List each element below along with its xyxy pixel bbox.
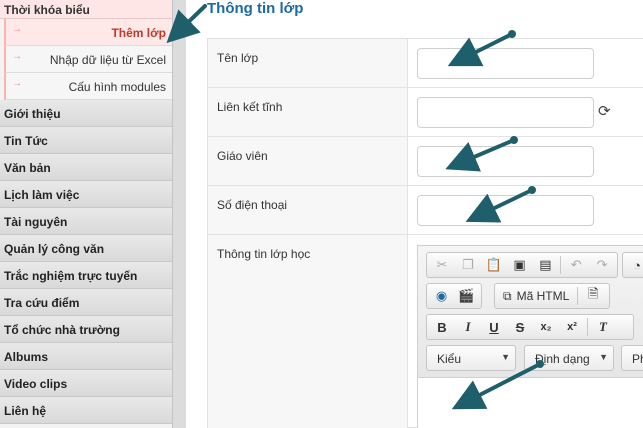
caret-down-icon: ▼ xyxy=(599,352,608,362)
editor-content-area[interactable] xyxy=(418,379,643,428)
underline-button[interactable]: U xyxy=(481,316,507,338)
sidebar-subitem-cau-hinh[interactable]: → Cấu hình modules xyxy=(4,73,172,100)
sidebar-item-albums[interactable]: Albums xyxy=(0,343,172,370)
font-combo-label: Ph xyxy=(632,352,643,366)
strike-button[interactable]: S xyxy=(507,316,533,338)
row-ten-lop: Tên lớp xyxy=(208,39,643,88)
media-group: ◉ 🎬 xyxy=(426,283,482,309)
cut-icon[interactable]: ✂ xyxy=(429,254,455,276)
style-combo-label: Kiểu xyxy=(437,352,462,366)
template-icon[interactable]: 🗎 xyxy=(580,285,606,307)
sidebar-item-trac-nghiem[interactable]: Trắc nghiệm trực tuyến xyxy=(0,262,172,289)
row-lien-ket-tinh: Liên kết tĩnh ⟳ xyxy=(208,88,643,137)
arrow-right-icon: → xyxy=(12,24,22,35)
font-combo[interactable]: Ph xyxy=(621,345,643,371)
sidebar-header[interactable]: Thời khóa biểu xyxy=(0,0,172,19)
sidebar-subitem-label: Cấu hình modules xyxy=(68,80,166,94)
sidebar: Thời khóa biểu → Thêm lớp → Nhập dữ liệu… xyxy=(0,0,172,428)
rich-text-editor: ✂ ❐ 📋 ▣ ▤ ↶ ↷ ◔ ◉ 🎬 ⧉ Mã HTML 🗎 B I U S … xyxy=(417,245,643,428)
format-combo-label: Định dạng xyxy=(535,352,590,366)
copy-icon[interactable]: ❐ xyxy=(455,254,481,276)
giao-vien-input[interactable] xyxy=(417,146,594,177)
bold-button[interactable]: B xyxy=(429,316,455,338)
undo-icon[interactable]: ↶ xyxy=(563,254,589,276)
image-icon[interactable]: ◉ xyxy=(429,285,454,307)
label-lien-ket-tinh: Liên kết tĩnh xyxy=(208,88,408,136)
flash-icon[interactable]: 🎬 xyxy=(454,285,479,307)
sidebar-subitem-label: Thêm lớp xyxy=(111,26,166,40)
sidebar-item-tai-nguyen[interactable]: Tài nguyên xyxy=(0,208,172,235)
separator xyxy=(577,287,579,305)
refresh-icon[interactable]: ⟳ xyxy=(598,102,611,120)
sidebar-item-gioi-thieu[interactable]: Giới thiệu xyxy=(0,100,172,127)
row-giao-vien: Giáo viên xyxy=(208,137,643,186)
sidebar-item-tin-tuc[interactable]: Tin Tức xyxy=(0,127,172,154)
paste-text-icon[interactable]: ▣ xyxy=(507,254,533,276)
style-combo[interactable]: Kiểu ▼ xyxy=(426,345,516,371)
format-combo[interactable]: Định dạng ▼ xyxy=(524,345,614,371)
remove-format-button[interactable]: T xyxy=(590,316,616,338)
paste-icon[interactable]: 📋 xyxy=(481,254,507,276)
label-so-dien-thoai: Số điện thoại xyxy=(208,186,408,234)
class-info-form: Tên lớp Liên kết tĩnh ⟳ Giáo viên Số điệ… xyxy=(207,38,643,428)
page-title: Thông tin lớp xyxy=(207,0,304,17)
sidebar-item-video-clips[interactable]: Video clips xyxy=(0,370,172,397)
sidebar-item-lien-he[interactable]: Liên hệ xyxy=(0,397,172,424)
superscript-button[interactable]: x² xyxy=(559,316,585,338)
label-giao-vien: Giáo viên xyxy=(208,137,408,185)
lien-ket-tinh-input[interactable] xyxy=(417,97,594,128)
sidebar-item-lich-lam-viec[interactable]: Lịch làm việc xyxy=(0,181,172,208)
separator xyxy=(560,256,562,274)
editor-toolbar: ✂ ❐ 📋 ▣ ▤ ↶ ↷ ◔ ◉ 🎬 ⧉ Mã HTML 🗎 B I U S … xyxy=(418,246,643,378)
redo-icon[interactable]: ↷ xyxy=(589,254,615,276)
subscript-button[interactable]: x₂ xyxy=(533,316,559,338)
caret-down-icon: ▼ xyxy=(501,352,510,362)
spacer xyxy=(186,0,206,428)
ten-lop-input[interactable] xyxy=(417,48,594,79)
separator xyxy=(587,318,588,336)
sidebar-item-to-chuc[interactable]: Tổ chức nhà trường xyxy=(0,316,172,343)
arrow-tail-dot xyxy=(508,30,516,38)
label-thong-tin-lop-hoc: Thông tin lớp học xyxy=(208,235,408,428)
format-group: B I U S x₂ x² T xyxy=(426,314,634,340)
clipboard-group: ✂ ❐ 📋 ▣ ▤ ↶ ↷ xyxy=(426,252,618,278)
sidebar-item-tra-cuu-diem[interactable]: Tra cứu điểm xyxy=(0,289,172,316)
sidebar-scrollbar[interactable] xyxy=(172,0,186,428)
arrow-right-icon: → xyxy=(12,78,22,89)
italic-button[interactable]: I xyxy=(455,316,481,338)
row-thong-tin-lop-hoc: Thông tin lớp học ✂ ❐ 📋 ▣ ▤ ↶ ↷ ◔ ◉ 🎬 ⧉ … xyxy=(208,235,643,428)
row-so-dien-thoai: Số điện thoại xyxy=(208,186,643,235)
source-button-label: Mã HTML xyxy=(516,289,570,303)
source-group: ⧉ Mã HTML 🗎 xyxy=(494,283,610,309)
paste-word-icon[interactable]: ▤ xyxy=(532,254,558,276)
extra-group: ◔ xyxy=(622,252,643,278)
source-icon: ⧉ xyxy=(503,288,512,303)
sidebar-item-quan-ly-cong-van[interactable]: Quản lý công văn xyxy=(0,235,172,262)
label-ten-lop: Tên lớp xyxy=(208,39,408,87)
sidebar-subitem-label: Nhập dữ liệu từ Excel xyxy=(49,53,166,67)
sidebar-subitem-them-lop[interactable]: → Thêm lớp xyxy=(4,19,172,46)
arrow-right-icon: → xyxy=(12,51,22,62)
source-button[interactable]: ⧉ Mã HTML xyxy=(497,289,575,304)
sidebar-item-van-ban[interactable]: Văn bản xyxy=(0,154,172,181)
find-icon[interactable]: ◔ xyxy=(625,254,643,276)
so-dien-thoai-input[interactable] xyxy=(417,195,594,226)
sidebar-subitem-nhap-excel[interactable]: → Nhập dữ liệu từ Excel xyxy=(4,46,172,73)
